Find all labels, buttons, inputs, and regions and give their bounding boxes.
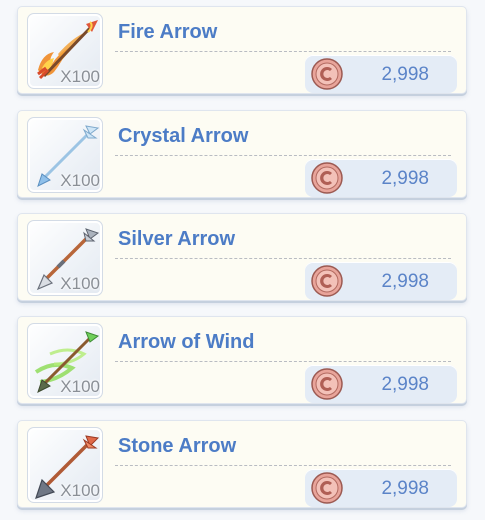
divider [115,465,451,466]
item-quantity: X100 [60,274,100,293]
divider [115,361,451,362]
shop-item-card[interactable]: X100 Stone Arrow 2,998 [17,420,467,508]
shop-item-list: X100 Fire Arrow 2,998 X100 Crystal Arrow [0,0,485,520]
item-price: 2,998 [381,168,429,189]
item-quantity: X100 [60,67,100,86]
buy-button[interactable]: 2,998 [305,159,457,197]
coin-icon [311,265,343,297]
buy-button[interactable]: 2,998 [305,55,457,93]
item-name: Fire Arrow [118,21,218,43]
coin-icon [311,58,343,90]
buy-button[interactable]: 2,998 [305,469,457,507]
buy-button[interactable]: 2,998 [305,262,457,300]
item-name: Stone Arrow [118,435,237,457]
item-icon-frame: X100 [27,13,103,89]
item-quantity: X100 [60,377,100,396]
coin-icon [311,472,343,504]
item-name: Arrow of Wind [118,331,255,353]
item-icon-frame: X100 [27,427,103,503]
shop-item-card[interactable]: X100 Crystal Arrow 2,998 [17,110,467,198]
item-price: 2,998 [381,64,429,85]
coin-icon [311,162,343,194]
item-price: 2,998 [381,478,429,499]
item-icon-frame: X100 [27,323,103,399]
divider [115,51,451,52]
item-icon-frame: X100 [27,220,103,296]
shop-item-card[interactable]: X100 Arrow of Wind 2,998 [17,316,467,404]
item-icon-frame: X100 [27,117,103,193]
item-name: Silver Arrow [118,228,236,250]
item-name: Crystal Arrow [118,125,249,147]
item-price: 2,998 [381,271,429,292]
shop-item-card[interactable]: X100 Fire Arrow 2,998 [17,6,467,94]
divider [115,155,451,156]
divider [115,258,451,259]
coin-icon [311,368,343,400]
item-quantity: X100 [60,481,100,500]
buy-button[interactable]: 2,998 [305,365,457,403]
shop-item-card[interactable]: X100 Silver Arrow 2,998 [17,213,467,301]
item-quantity: X100 [60,171,100,190]
item-price: 2,998 [381,374,429,395]
